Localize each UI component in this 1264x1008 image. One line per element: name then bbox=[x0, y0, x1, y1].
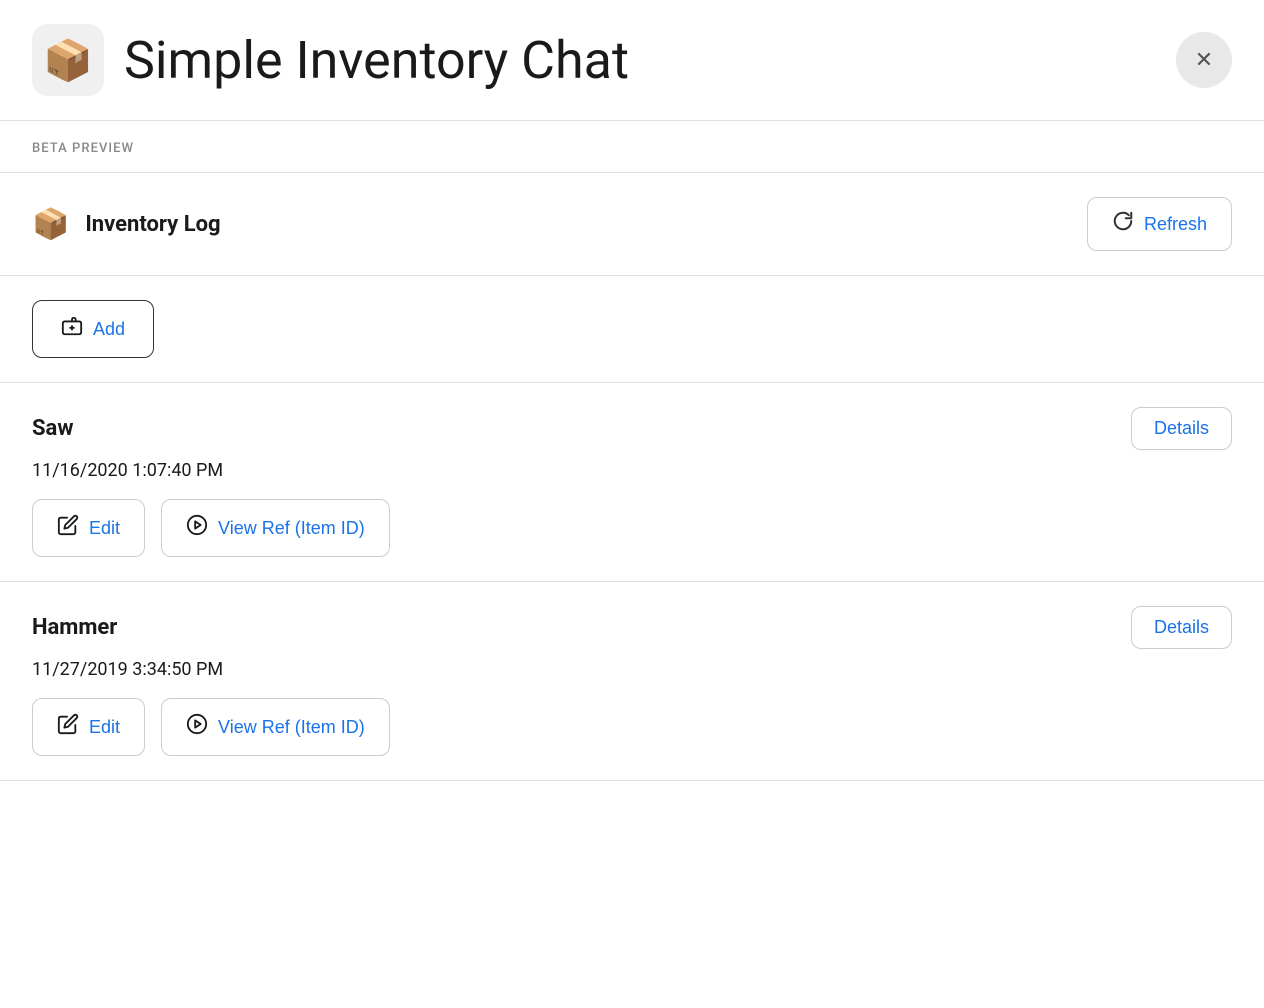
item-date: 11/27/2019 3:34:50 PM bbox=[32, 659, 1232, 680]
item-row: Saw Details 11/16/2020 1:07:40 PM Edit bbox=[0, 383, 1264, 582]
add-icon bbox=[61, 315, 83, 343]
beta-label: BETA PREVIEW bbox=[32, 141, 134, 156]
item-date: 11/16/2020 1:07:40 PM bbox=[32, 460, 1232, 481]
add-button[interactable]: Add bbox=[32, 300, 154, 358]
refresh-label: Refresh bbox=[1144, 214, 1207, 235]
edit-label: Edit bbox=[89, 518, 120, 539]
header-left: 📦 Simple Inventory Chat bbox=[32, 24, 629, 96]
view-ref-label: View Ref (Item ID) bbox=[218, 717, 365, 738]
item-row-header: Saw Details bbox=[32, 407, 1232, 450]
details-button[interactable]: Details bbox=[1131, 407, 1232, 450]
inventory-icon: 📦 bbox=[32, 207, 69, 242]
edit-icon bbox=[57, 514, 79, 542]
items-list: Saw Details 11/16/2020 1:07:40 PM Edit bbox=[0, 383, 1264, 781]
add-label: Add bbox=[93, 319, 125, 340]
refresh-icon bbox=[1112, 210, 1134, 238]
add-section: Add bbox=[0, 276, 1264, 383]
refresh-button[interactable]: Refresh bbox=[1087, 197, 1232, 251]
item-row: Hammer Details 11/27/2019 3:34:50 PM Edi… bbox=[0, 582, 1264, 781]
close-button[interactable]: ✕ bbox=[1176, 32, 1232, 88]
close-icon: ✕ bbox=[1195, 47, 1213, 73]
app-icon: 📦 bbox=[32, 24, 104, 96]
view-ref-button[interactable]: View Ref (Item ID) bbox=[161, 698, 390, 756]
view-ref-button[interactable]: View Ref (Item ID) bbox=[161, 499, 390, 557]
item-name: Hammer bbox=[32, 615, 117, 640]
edit-label: Edit bbox=[89, 717, 120, 738]
inventory-title-group: 📦 Inventory Log bbox=[32, 207, 221, 242]
edit-button[interactable]: Edit bbox=[32, 499, 145, 557]
edit-icon bbox=[57, 713, 79, 741]
item-name: Saw bbox=[32, 416, 73, 441]
edit-button[interactable]: Edit bbox=[32, 698, 145, 756]
item-actions: Edit View Ref (Item ID) bbox=[32, 499, 1232, 557]
view-ref-icon bbox=[186, 713, 208, 741]
view-ref-label: View Ref (Item ID) bbox=[218, 518, 365, 539]
item-row-header: Hammer Details bbox=[32, 606, 1232, 649]
view-ref-icon bbox=[186, 514, 208, 542]
details-button[interactable]: Details bbox=[1131, 606, 1232, 649]
item-actions: Edit View Ref (Item ID) bbox=[32, 698, 1232, 756]
app-header: 📦 Simple Inventory Chat ✕ bbox=[0, 0, 1264, 121]
beta-bar: BETA PREVIEW bbox=[0, 121, 1264, 173]
inventory-log-header: 📦 Inventory Log Refresh bbox=[0, 173, 1264, 276]
app-title: Simple Inventory Chat bbox=[124, 30, 629, 91]
inventory-log-title: Inventory Log bbox=[85, 212, 220, 237]
